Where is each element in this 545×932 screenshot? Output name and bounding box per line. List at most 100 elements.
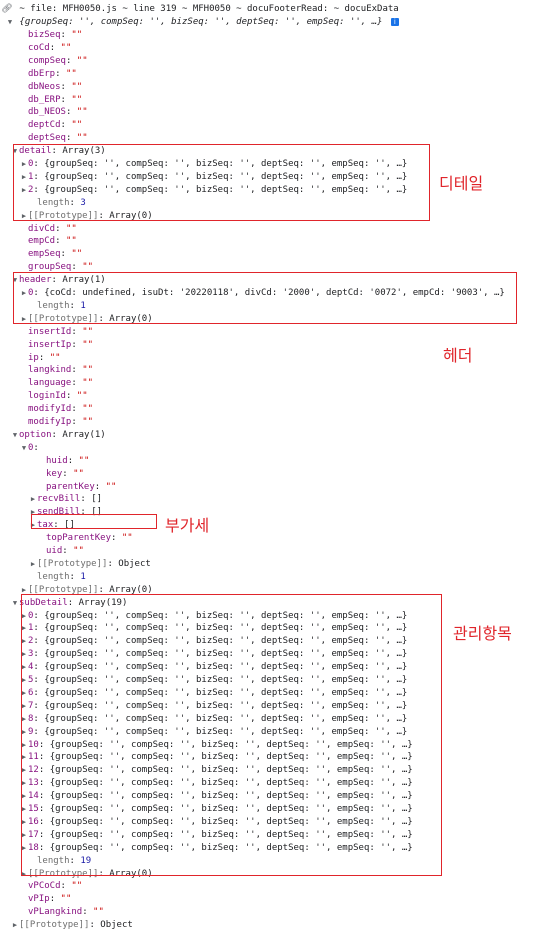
- property-value: "": [82, 365, 94, 376]
- key-separator: :: [71, 417, 83, 427]
- property-key: deptCd: [28, 120, 61, 131]
- property-value: "": [71, 881, 83, 892]
- tree-row: vPCoCd: "": [20, 880, 82, 893]
- key-separator: :: [107, 558, 119, 569]
- property-value: "": [73, 468, 84, 479]
- property-key: bizSeq: [28, 30, 61, 40]
- property-value: "": [60, 42, 72, 53]
- property-key: uid: [46, 546, 63, 556]
- expand-triangle-icon[interactable]: ▼: [6, 16, 14, 29]
- key-separator: :: [62, 468, 74, 479]
- property-value: "": [121, 533, 133, 544]
- property-key: parentKey: [46, 481, 95, 492]
- property-key: topParentKey: [46, 533, 112, 544]
- subdetail-highlight-box: [21, 594, 442, 876]
- object-root-row[interactable]: ▼ {groupSeq: '', compSeq: '', bizSeq: ''…: [0, 16, 399, 29]
- tree-row[interactable]: ▶ [[Prototype]]: Object: [11, 919, 133, 932]
- property-key: recvBill: [37, 494, 81, 505]
- tree-row: langkind: "": [20, 364, 93, 377]
- key-separator: :: [60, 249, 72, 260]
- property-value: "": [82, 378, 94, 389]
- subdetail-annotation: 관리항목: [453, 624, 512, 643]
- tree-row: compSeq: "": [20, 55, 88, 68]
- property-value: "": [76, 55, 88, 66]
- property-value: "": [82, 262, 94, 273]
- property-value: "": [60, 894, 72, 905]
- property-value: "": [65, 223, 77, 234]
- tree-row: vPIp: "": [20, 893, 71, 906]
- key-separator: :: [60, 94, 72, 105]
- tree-row: length: 1: [29, 571, 86, 584]
- key-separator: :: [69, 571, 81, 582]
- property-key: key: [46, 468, 63, 479]
- property-value: []: [91, 494, 103, 505]
- property-value: "": [82, 404, 94, 415]
- property-value: "": [82, 417, 94, 427]
- tree-row: dbNeos: "": [20, 81, 82, 94]
- key-separator: :: [82, 907, 94, 918]
- key-separator: :: [94, 481, 106, 492]
- property-value: "": [105, 481, 117, 492]
- key-separator: :: [71, 378, 83, 389]
- tree-row[interactable]: ▶ recvBill: []: [29, 493, 102, 506]
- property-key: [[Prototype]]: [37, 558, 108, 569]
- tree-row: coCd: "": [20, 42, 71, 55]
- property-value: "": [65, 236, 77, 247]
- property-value: "": [93, 907, 104, 918]
- property-value: "": [65, 68, 77, 79]
- tree-row: db_ERP: "": [20, 94, 82, 107]
- property-key: insertIp: [28, 339, 72, 350]
- object-preview: {groupSeq: '', compSeq: '', bizSeq: '', …: [19, 17, 383, 27]
- collapse-triangle-icon[interactable]: ▼: [20, 442, 28, 455]
- key-separator: :: [67, 455, 79, 466]
- property-key: [[Prototype]]: [19, 920, 90, 931]
- key-separator: :: [65, 133, 77, 144]
- tree-row: insertIp: "": [20, 339, 93, 352]
- key-separator: :: [71, 365, 83, 376]
- key-separator: :: [60, 81, 72, 92]
- collapse-triangle-icon[interactable]: ▼: [11, 597, 19, 610]
- key-separator: :: [71, 404, 83, 415]
- property-key: modifyId: [28, 404, 72, 415]
- property-value: "": [71, 249, 83, 260]
- key-separator: :: [89, 920, 101, 931]
- key-separator: :: [71, 339, 83, 350]
- key-separator: :: [55, 223, 66, 234]
- tax-annotation: 부가세: [165, 516, 210, 535]
- tree-row: loginId: "": [20, 390, 88, 403]
- collapse-triangle-icon[interactable]: ▼: [11, 429, 19, 442]
- property-value: Object: [118, 558, 151, 569]
- tree-row: ip: "": [20, 352, 61, 365]
- property-key: language: [28, 378, 72, 389]
- property-value: 1: [80, 571, 86, 582]
- pin-icon[interactable]: 🔗︎: [0, 2, 14, 16]
- property-key: langkind: [28, 365, 72, 376]
- tree-row[interactable]: ▶ [[Prototype]]: Object: [29, 558, 151, 571]
- tree-row: bizSeq: "": [20, 29, 82, 42]
- expand-triangle-icon[interactable]: ▶: [29, 558, 37, 571]
- expand-triangle-icon[interactable]: ▶: [29, 493, 37, 506]
- key-separator: :: [65, 55, 77, 66]
- property-key: loginId: [28, 391, 66, 402]
- key-separator: :: [65, 391, 77, 402]
- tree-row: uid: "": [38, 545, 84, 558]
- property-value: "": [71, 94, 83, 105]
- expand-triangle-icon[interactable]: ▶: [11, 919, 19, 932]
- tree-row[interactable]: ▼ option: Array(1): [11, 429, 106, 442]
- property-key: dbErp: [28, 68, 56, 79]
- tree-row: divCd: "": [20, 223, 77, 236]
- tree-row: topParentKey: "": [38, 532, 133, 545]
- property-key: ip: [28, 352, 39, 363]
- key-separator: :: [71, 262, 83, 273]
- info-icon[interactable]: i: [390, 18, 399, 26]
- tree-row: empCd: "": [20, 235, 77, 248]
- log-message: ~ file: MFH0050.js ~ line 319 ~ MFH0050 …: [19, 4, 399, 14]
- property-key: length: [37, 571, 70, 582]
- tree-row: modifyId: "": [20, 403, 93, 416]
- property-value: "": [49, 352, 61, 363]
- tree-row[interactable]: ▼ 0:: [20, 442, 39, 455]
- key-separator: :: [49, 42, 61, 53]
- property-value: "": [76, 107, 88, 118]
- property-value: "": [71, 81, 83, 92]
- property-value: "": [76, 133, 88, 144]
